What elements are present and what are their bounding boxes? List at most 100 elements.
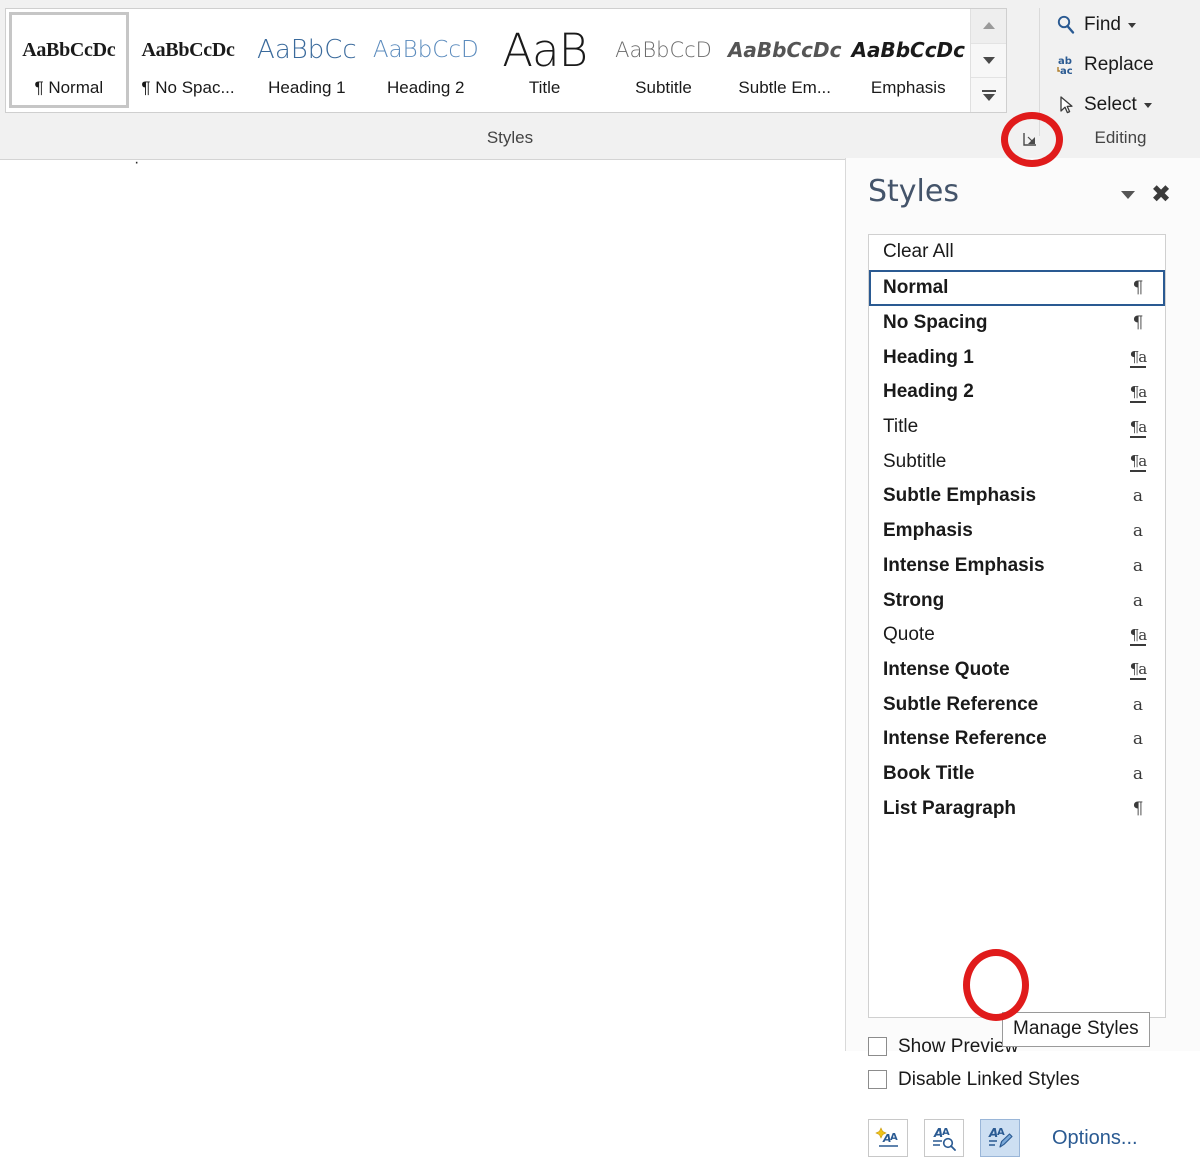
- style-name: Subtle Reference: [883, 693, 1039, 715]
- gallery-preview-normal: AaBbCcDc: [22, 38, 116, 61]
- style-name: Clear All: [883, 241, 954, 263]
- gallery-label-normal: ¶ Normal: [34, 78, 104, 97]
- linked-style-icon: ¶a: [1129, 660, 1147, 681]
- gallery-preview-subtitle: AaBbCcD: [615, 38, 712, 62]
- page-title: Styles: [868, 174, 959, 209]
- replace-abac-icon: ab ac: [1053, 53, 1079, 77]
- gallery-preview-title: AaB: [502, 23, 588, 77]
- show-preview-label: Show Preview: [898, 1035, 1019, 1057]
- svg-text:ac: ac: [1060, 66, 1073, 77]
- style-row-subtitle[interactable]: Subtitle ¶a: [869, 444, 1165, 480]
- gallery-label-no-spacing: ¶ No Spac...: [141, 78, 235, 97]
- document-canvas[interactable]: ·: [0, 155, 845, 1051]
- style-row-quote[interactable]: Quote ¶a: [869, 617, 1165, 653]
- magnifier-icon: [1053, 13, 1079, 37]
- chevron-down-icon-find[interactable]: [1127, 22, 1136, 28]
- style-name: Title: [883, 416, 919, 438]
- linked-style-icon: ¶a: [1129, 382, 1147, 403]
- svg-text:A: A: [942, 1127, 950, 1138]
- gallery-label-subtle-emphasis: Subtle Em...: [738, 78, 832, 97]
- style-row-subtle-reference[interactable]: Subtle Reference a: [869, 687, 1165, 722]
- style-name: Normal: [883, 276, 949, 298]
- gallery-preview-heading-1: AaBbCc: [257, 35, 357, 65]
- gallery-item-no-spacing[interactable]: AaBbCcDc ¶ No Spac...: [128, 12, 248, 108]
- replace-label: Replace: [1084, 54, 1154, 75]
- more-styles-button[interactable]: [971, 78, 1006, 113]
- style-name: Subtitle: [883, 450, 947, 472]
- find-label: Find: [1084, 14, 1121, 35]
- style-row-no-spacing[interactable]: No Spacing ¶: [869, 305, 1165, 341]
- disable-linked-styles-checkbox-row[interactable]: Disable Linked Styles: [868, 1063, 1188, 1096]
- replace-button[interactable]: ab ac Replace: [1049, 48, 1158, 82]
- style-row-book-title[interactable]: Book Title a: [869, 756, 1165, 792]
- chevron-down-icon-select[interactable]: [1143, 102, 1152, 108]
- gallery-item-heading-1[interactable]: AaBbCc Heading 1: [247, 12, 367, 108]
- style-row-intense-reference[interactable]: Intense Reference a: [869, 721, 1165, 757]
- styles-group-caption-row: Styles: [0, 117, 1040, 159]
- disable-linked-styles-checkbox[interactable]: [868, 1070, 887, 1089]
- manage-styles-button[interactable]: A A: [980, 1119, 1020, 1157]
- style-row-heading-2[interactable]: Heading 2 ¶a: [869, 375, 1165, 410]
- gallery-preview-heading-2: AaBbCcD: [372, 37, 479, 63]
- character-style-icon: a: [1132, 590, 1144, 611]
- style-name: Strong: [883, 589, 945, 611]
- style-name: Quote: [883, 624, 935, 646]
- paragraph-style-icon: ¶: [1132, 277, 1144, 298]
- find-button[interactable]: Find: [1049, 8, 1140, 42]
- triangle-down-icon: [982, 57, 995, 64]
- style-row-heading-1[interactable]: Heading 1 ¶a: [869, 340, 1165, 376]
- style-row-title[interactable]: Title ¶a: [869, 409, 1165, 445]
- linked-style-icon: ¶a: [1129, 625, 1147, 646]
- gallery-item-subtitle[interactable]: AaBbCcD Subtitle: [604, 12, 723, 108]
- style-row-subtle-emphasis[interactable]: Subtle Emphasis a: [869, 479, 1165, 514]
- style-row-list-paragraph[interactable]: List Paragraph ¶: [869, 791, 1165, 826]
- ribbon-group-styles: AaBbCcDc ¶ Normal AaBbCcDc ¶ No Spac... …: [0, 0, 1040, 159]
- style-name: Heading 1: [883, 346, 974, 368]
- gallery-label-heading-2: Heading 2: [387, 78, 465, 97]
- styles-pane-header: Styles ✖: [846, 158, 1200, 228]
- character-style-icon: a: [1132, 521, 1144, 542]
- show-preview-checkbox[interactable]: [868, 1037, 887, 1056]
- triangle-up-icon: [982, 22, 995, 30]
- styles-group-label: Styles: [486, 128, 534, 147]
- style-inspector-button[interactable]: A A: [924, 1119, 964, 1157]
- manage-styles-tooltip: Manage Styles: [1002, 1012, 1150, 1047]
- options-link[interactable]: Options...: [1052, 1127, 1138, 1150]
- style-name: Intense Quote: [883, 658, 1010, 680]
- gallery-scrollbar[interactable]: [970, 9, 1006, 113]
- style-row-intense-emphasis[interactable]: Intense Emphasis a: [869, 548, 1165, 584]
- cursor-arrow-icon: [1053, 93, 1079, 117]
- scroll-up-arrow[interactable]: [971, 9, 1006, 44]
- paragraph-style-icon: ¶: [1132, 798, 1144, 819]
- styles-gallery[interactable]: AaBbCcDc ¶ Normal AaBbCcDc ¶ No Spac... …: [5, 8, 1007, 113]
- style-row-intense-quote[interactable]: Intense Quote ¶a: [869, 652, 1165, 688]
- gallery-item-normal[interactable]: AaBbCcDc ¶ Normal: [9, 12, 129, 108]
- gallery-label-subtitle: Subtitle: [635, 78, 692, 97]
- style-row-strong[interactable]: Strong a: [869, 583, 1165, 618]
- character-style-icon: a: [1132, 729, 1144, 750]
- style-row-clear-all[interactable]: Clear All: [869, 235, 1165, 270]
- style-row-emphasis[interactable]: Emphasis a: [869, 513, 1165, 549]
- group-separator: [1039, 8, 1040, 136]
- close-icon[interactable]: ✖: [1149, 182, 1173, 206]
- editing-group-label: Editing: [1094, 128, 1147, 147]
- linked-style-icon: ¶a: [1129, 348, 1147, 369]
- style-name: Intense Emphasis: [883, 554, 1045, 576]
- style-row-normal[interactable]: Normal ¶: [869, 269, 1165, 306]
- new-style-button[interactable]: A A: [868, 1119, 908, 1157]
- gallery-item-subtle-emphasis[interactable]: AaBbCcDc Subtle Em...: [722, 12, 847, 108]
- chevron-down-icon[interactable]: [1118, 186, 1138, 204]
- styles-list[interactable]: Clear All Normal ¶ No Spacing ¶ Heading …: [868, 234, 1166, 1018]
- gallery-preview-subtle-emphasis: AaBbCcDc: [727, 38, 842, 62]
- linked-style-icon: ¶a: [1129, 452, 1147, 473]
- style-name: Heading 2: [883, 381, 974, 403]
- gallery-item-heading-2[interactable]: AaBbCcD Heading 2: [366, 12, 486, 108]
- style-name: Subtle Emphasis: [883, 485, 1037, 507]
- svg-text:A: A: [890, 1132, 898, 1143]
- gallery-item-title[interactable]: AaB Title: [485, 12, 605, 108]
- gallery-item-emphasis[interactable]: AaBbCcDc Emphasis: [846, 12, 971, 108]
- style-name: Book Title: [883, 762, 975, 784]
- scroll-down-arrow[interactable]: [971, 43, 1006, 79]
- character-style-icon: a: [1132, 763, 1144, 784]
- styles-dialog-launcher[interactable]: [1022, 129, 1040, 147]
